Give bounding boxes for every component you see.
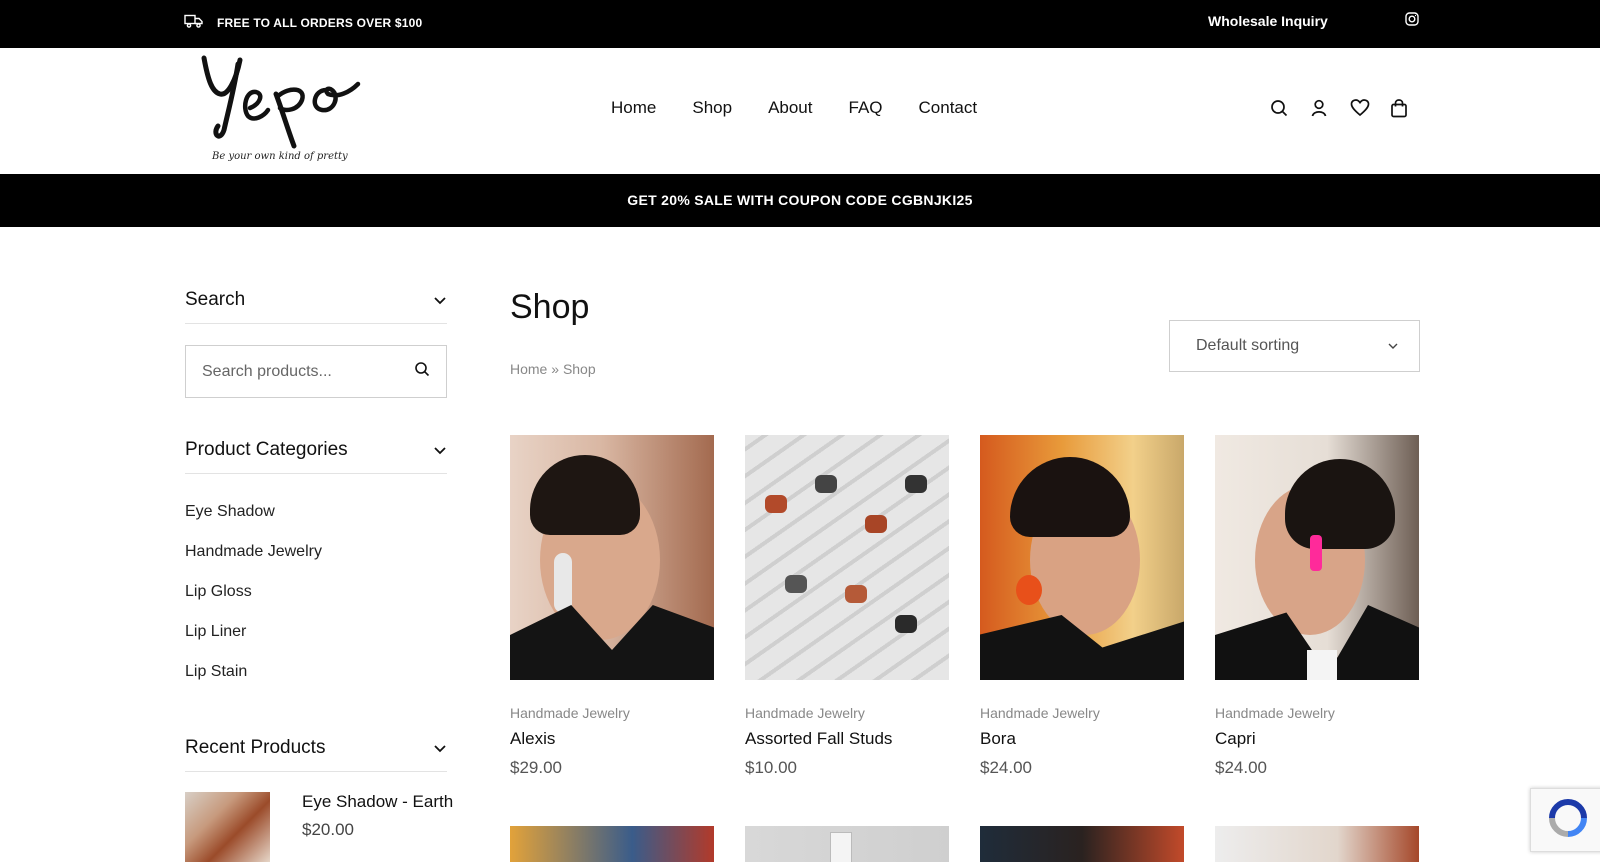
category-list: Eye Shadow Handmade Jewelry Lip Gloss Li… (185, 503, 322, 703)
product-name[interactable]: Assorted Fall Studs (745, 729, 949, 749)
breadcrumb-separator: » (551, 361, 560, 377)
chevron-down-icon[interactable] (433, 439, 447, 461)
shipping-notice: FREE TO ALL ORDERS OVER $100 (184, 14, 422, 31)
product-card[interactable]: Handmade Jewelry Capri $24.00 (1215, 435, 1419, 778)
logo-text: Yepo (198, 168, 199, 169)
main-nav: Home Shop About FAQ Contact (611, 98, 977, 118)
site-header: Yepo Be your own kind of pretty Home Sho… (0, 48, 1600, 174)
product-category[interactable]: Handmade Jewelry (510, 705, 714, 721)
user-icon[interactable] (1310, 98, 1328, 118)
product-image[interactable] (1215, 435, 1419, 680)
category-item-lip-stain[interactable]: Lip Stain (185, 663, 322, 703)
product-card[interactable]: Handmade Jewelry Assorted Fall Studs $10… (745, 435, 949, 778)
recent-products-heading[interactable]: Recent Products (185, 737, 447, 772)
category-item-lip-gloss[interactable]: Lip Gloss (185, 583, 322, 623)
breadcrumb: Home » Shop (510, 361, 596, 377)
nav-shop[interactable]: Shop (692, 98, 732, 118)
shipping-text: FREE TO ALL ORDERS OVER $100 (217, 15, 423, 30)
breadcrumb-current: Shop (562, 361, 596, 377)
truck-icon (184, 14, 203, 31)
product-name[interactable]: Capri (1215, 729, 1419, 749)
recent-product-thumbnail[interactable] (185, 792, 270, 862)
nav-contact[interactable]: Contact (919, 98, 978, 118)
promo-banner: GET 20% SALE WITH COUPON CODE CGBNJKI25 (0, 174, 1600, 227)
product-category[interactable]: Handmade Jewelry (1215, 705, 1419, 721)
categories-widget-title: Product Categories (185, 439, 348, 460)
product-search-box (185, 345, 447, 398)
chevron-down-icon (1387, 337, 1399, 355)
product-search-input[interactable] (202, 362, 402, 381)
category-item-eye-shadow[interactable]: Eye Shadow (185, 503, 322, 543)
product-price: $10.00 (745, 758, 797, 777)
product-image[interactable] (1215, 826, 1419, 862)
product-image[interactable] (745, 826, 949, 862)
sorting-select[interactable]: Default sorting (1169, 320, 1420, 372)
instagram-icon[interactable] (1405, 12, 1419, 31)
product-image[interactable] (980, 435, 1184, 680)
recent-product-price: $20.00 (302, 820, 354, 839)
product-image[interactable] (510, 435, 714, 680)
nav-faq[interactable]: FAQ (849, 98, 883, 118)
site-logo[interactable]: Yepo Be your own kind of pretty (198, 50, 368, 168)
product-category[interactable]: Handmade Jewelry (745, 705, 949, 721)
heart-icon[interactable] (1350, 98, 1370, 118)
product-image[interactable] (510, 826, 714, 862)
recaptcha-icon (1546, 796, 1590, 845)
search-icon[interactable] (414, 361, 430, 382)
product-category[interactable]: Handmade Jewelry (980, 705, 1184, 721)
product-price: $24.00 (980, 758, 1032, 777)
product-card[interactable]: Handmade Jewelry Bora $24.00 (980, 435, 1184, 778)
product-image[interactable] (980, 826, 1184, 862)
wholesale-inquiry-link[interactable]: Wholesale Inquiry (1208, 13, 1328, 29)
search-widget-title: Search (185, 289, 246, 310)
topbar: FREE TO ALL ORDERS OVER $100 Wholesale I… (0, 0, 1600, 48)
product-price: $24.00 (1215, 758, 1267, 777)
sorting-value: Default sorting (1196, 337, 1300, 354)
product-name[interactable]: Bora (980, 729, 1184, 749)
nav-about[interactable]: About (768, 98, 812, 118)
recent-products-title: Recent Products (185, 737, 326, 758)
recent-product-item[interactable]: Eye Shadow - Earth $20.00 (185, 792, 453, 862)
recent-product-name[interactable]: Eye Shadow - Earth (302, 792, 453, 812)
bag-icon[interactable] (1390, 98, 1408, 118)
header-actions (1270, 98, 1408, 118)
breadcrumb-home[interactable]: Home (510, 361, 547, 377)
logo-tagline: Be your own kind of pretty (212, 151, 348, 162)
chevron-down-icon[interactable] (433, 289, 447, 311)
category-item-handmade-jewelry[interactable]: Handmade Jewelry (185, 543, 322, 583)
product-name[interactable]: Alexis (510, 729, 714, 749)
recaptcha-badge[interactable] (1530, 788, 1600, 852)
product-card[interactable]: Handmade Jewelry Alexis $29.00 (510, 435, 714, 778)
search-icon[interactable] (1270, 98, 1288, 118)
chevron-down-icon[interactable] (433, 737, 447, 759)
product-price: $29.00 (510, 758, 562, 777)
search-widget-heading[interactable]: Search (185, 289, 447, 324)
category-item-lip-liner[interactable]: Lip Liner (185, 623, 322, 663)
nav-home[interactable]: Home (611, 98, 656, 118)
page-title: Shop (510, 288, 590, 326)
product-image[interactable] (745, 435, 949, 680)
categories-widget-heading[interactable]: Product Categories (185, 439, 447, 474)
